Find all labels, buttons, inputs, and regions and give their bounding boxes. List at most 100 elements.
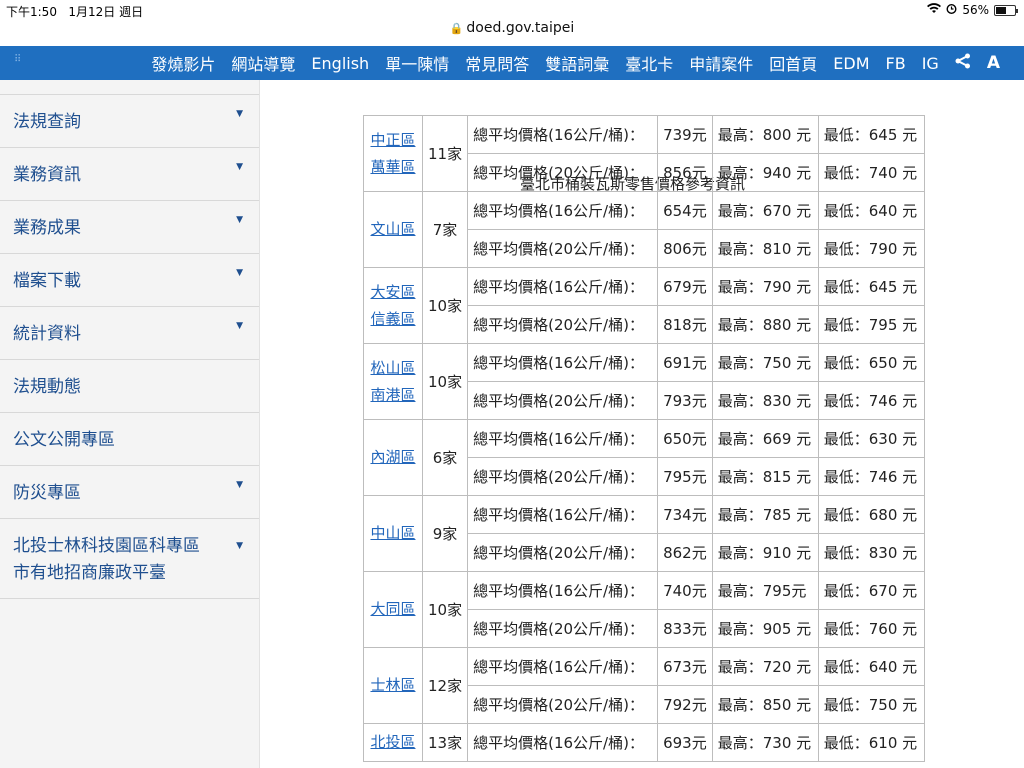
price-label: 總平均價格(20公斤/桶)：	[467, 381, 659, 420]
min-price: 最低：830 元	[817, 533, 925, 572]
min-price: 最低：790 元	[817, 229, 925, 268]
battery-level	[996, 6, 1006, 14]
price-label: 總平均價格(16公斤/桶)：	[467, 495, 659, 534]
nav-item-hot-videos[interactable]: 發燒影片	[151, 51, 215, 75]
sidebar-item-business-info[interactable]: 業務資訊 ▼	[0, 148, 259, 201]
status-indicators: 56%	[927, 3, 1018, 17]
average-price: 793元	[657, 381, 713, 420]
nav-item-home[interactable]: 回首頁	[769, 51, 817, 75]
caret-down-icon: ▼	[236, 162, 243, 172]
price-label: 總平均價格(16公斤/桶)：	[467, 343, 659, 382]
district-link[interactable]: 松山區	[369, 355, 417, 382]
nav-item-taipei-card[interactable]: 臺北卡	[625, 51, 673, 75]
lock-icon: 🔒	[449, 22, 464, 35]
nav-item-site-map[interactable]: 網站導覽	[231, 51, 295, 75]
alarm-icon	[946, 3, 957, 17]
share-icon[interactable]	[955, 53, 971, 74]
district-link[interactable]: 北投區	[369, 729, 417, 756]
price-label: 總平均價格(16公斤/桶)：	[467, 115, 659, 154]
average-price: 740元	[657, 571, 713, 610]
nav-item-petition[interactable]: 單一陳情	[385, 51, 449, 75]
district-cell: 北投區	[363, 723, 423, 762]
nav-item-bilingual-glossary[interactable]: 雙語詞彙	[545, 51, 609, 75]
district-link[interactable]: 大安區	[369, 279, 417, 306]
nav-item-english[interactable]: English	[311, 54, 369, 73]
nav-item-ig[interactable]: IG	[922, 54, 939, 73]
nav-item-edm[interactable]: EDM	[833, 54, 869, 73]
price-label: 總平均價格(16公斤/桶)：	[467, 723, 659, 762]
sidebar-item-public-documents[interactable]: 公文公開專區	[0, 413, 259, 466]
sidebar-item-label-line2: 市有地招商廉政平臺	[13, 563, 166, 583]
district-link[interactable]: 中山區	[369, 520, 417, 547]
min-price: 最低：650 元	[817, 343, 925, 382]
nav-item-fb[interactable]: FB	[886, 54, 906, 73]
nav-item-applications[interactable]: 申請案件	[689, 51, 753, 75]
sidebar-item-statistics[interactable]: 統計資料 ▼	[0, 307, 259, 360]
min-price: 最低：795 元	[817, 305, 925, 344]
price-label: 總平均價格(16公斤/桶)：	[467, 267, 659, 306]
drag-handle-icon[interactable]: ⠿	[14, 54, 22, 65]
min-price: 最低：746 元	[817, 457, 925, 496]
average-price: 833元	[657, 609, 713, 648]
district-link[interactable]: 萬華區	[369, 154, 417, 181]
average-price: 654元	[657, 191, 713, 230]
district-cell: 大安區 信義區	[363, 267, 423, 344]
sidebar: 法規查詢 ▼ 業務資訊 ▼ 業務成果 ▼ 檔案下載 ▼ 統計資料 ▼ 法規動態 …	[0, 80, 260, 768]
average-price: 673元	[657, 647, 713, 686]
sidebar-item-label: 法規查詢	[13, 112, 81, 132]
store-count: 9家	[421, 495, 469, 572]
battery-icon	[994, 4, 1018, 16]
district-link[interactable]: 中正區	[369, 127, 417, 154]
caret-down-icon: ▼	[236, 109, 243, 119]
district-link[interactable]: 文山區	[369, 216, 417, 243]
district-link[interactable]: 南港區	[369, 382, 417, 409]
district-link[interactable]: 信義區	[369, 306, 417, 333]
average-price: 650元	[657, 419, 713, 458]
sidebar-item-label: 檔案下載	[13, 271, 81, 291]
price-label: 總平均價格(20公斤/桶)：	[467, 457, 659, 496]
nav-items: 發燒影片 網站導覽 English 單一陳情 常見問答 雙語詞彙 臺北卡 申請案…	[151, 46, 1000, 80]
max-price: 最高：790 元	[711, 267, 819, 306]
average-price: 818元	[657, 305, 713, 344]
max-price: 最高：785 元	[711, 495, 819, 534]
price-label: 總平均價格(20公斤/桶)：	[467, 153, 659, 192]
average-price: 862元	[657, 533, 713, 572]
max-price: 最高：910 元	[711, 533, 819, 572]
store-count: 10家	[421, 571, 469, 648]
browser-url-bar[interactable]: 🔒 doed.gov.taipei	[0, 20, 1024, 46]
min-price: 最低：680 元	[817, 495, 925, 534]
sidebar-item-label: 公文公開專區	[13, 430, 115, 450]
store-count: 10家	[421, 343, 469, 420]
gas-price-table: 中正區 萬華區 11家 總平均價格(16公斤/桶)： 739元 最高：800 元最低：64…	[363, 115, 925, 762]
price-label: 總平均價格(16公斤/桶)：	[467, 419, 659, 458]
table-row: 士林區 12家 總平均價格(16公斤/桶)： 673元 最高：720 元最低：640 元	[363, 647, 925, 724]
district-link[interactable]: 內湖區	[369, 444, 417, 471]
max-price: 最高：750 元	[711, 343, 819, 382]
max-price: 最高：795元	[711, 571, 819, 610]
district-link[interactable]: 大同區	[369, 596, 417, 623]
sidebar-item-tech-park-integrity[interactable]: 北投士林科技園區科專區 市有地招商廉政平臺 ▼	[0, 519, 259, 599]
table-row: 文山區 7家 總平均價格(16公斤/桶)： 654元 最高：670 元最低：640 元	[363, 191, 925, 268]
district-cell: 士林區	[363, 647, 423, 724]
min-price: 最低：645 元	[817, 267, 925, 306]
average-price: 795元	[657, 457, 713, 496]
sidebar-item-regulation-search[interactable]: 法規查詢 ▼	[0, 95, 259, 148]
price-label: 總平均價格(20公斤/桶)：	[467, 305, 659, 344]
status-date: 1月12日 週日	[68, 5, 144, 19]
sidebar-menu: 法規查詢 ▼ 業務資訊 ▼ 業務成果 ▼ 檔案下載 ▼ 統計資料 ▼ 法規動態 …	[0, 95, 259, 599]
font-size-icon[interactable]: A	[987, 53, 1000, 73]
min-price: 最低：610 元	[817, 723, 925, 762]
district-link[interactable]: 士林區	[369, 672, 417, 699]
max-price: 最高：800 元	[711, 115, 819, 154]
sidebar-item-business-results[interactable]: 業務成果 ▼	[0, 201, 259, 254]
sidebar-item-disaster-prevention[interactable]: 防災專區 ▼	[0, 466, 259, 519]
district-cell: 內湖區	[363, 419, 423, 496]
nav-item-faq[interactable]: 常見問答	[465, 51, 529, 75]
store-count: 7家	[421, 191, 469, 268]
wifi-icon	[927, 3, 942, 17]
table-row: 大同區 10家 總平均價格(16公斤/桶)： 740元 最高：795元 最低：670 元	[363, 571, 925, 648]
sidebar-item-regulation-news[interactable]: 法規動態	[0, 360, 259, 413]
sidebar-item-file-download[interactable]: 檔案下載 ▼	[0, 254, 259, 307]
status-bar: 下午1:50 1月12日 週日 56%	[0, 0, 1024, 20]
sidebar-item-label: 防災專區	[13, 483, 81, 503]
